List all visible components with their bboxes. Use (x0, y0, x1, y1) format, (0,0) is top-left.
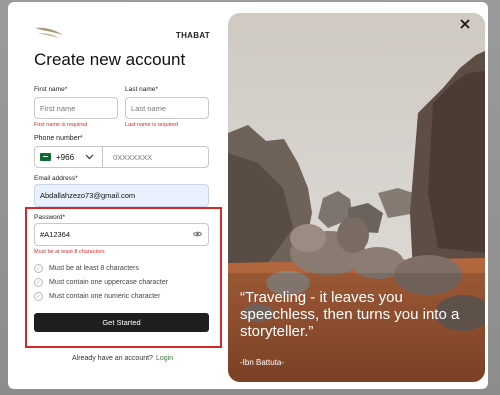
quote-text: “Traveling - it leaves you speechless, t… (240, 289, 460, 340)
password-rule: ✓ Must contain one uppercase character (34, 278, 168, 287)
password-error: Must be at least 8 characters (34, 249, 105, 255)
close-icon (460, 19, 470, 29)
login-link[interactable]: Login (156, 355, 173, 362)
hero-image: “Traveling - it leaves you speechless, t… (228, 13, 485, 382)
rule-text: Must be at least 8 characters (49, 265, 139, 272)
first-name-placeholder: First name (40, 103, 76, 113)
signin-text: Already have an account? (72, 355, 153, 362)
phone-number-input[interactable]: 0XXXXXXX (113, 147, 152, 167)
quote-author: -Ibn Battuta- (240, 358, 285, 367)
first-name-field[interactable]: First name (34, 97, 118, 119)
saudi-flag-icon (40, 153, 51, 161)
email-field[interactable]: Abdallahzezo73@gmail.com (34, 184, 209, 207)
password-rule: ✓ Must be at least 8 characters (34, 264, 139, 273)
email-value: Abdallahzezo73@gmail.com (40, 191, 136, 200)
signup-modal: THABAT Create new account First name* Fi… (8, 2, 488, 389)
email-label: Email address* (34, 175, 78, 182)
check-circle-icon: ✓ (34, 278, 43, 287)
first-name-error: First name is required (34, 122, 88, 128)
password-label: Password* (34, 214, 66, 221)
phone-placeholder: 0XXXXXXX (113, 152, 153, 162)
password-field[interactable]: #A12364 (34, 223, 209, 246)
chevron-down-icon (85, 154, 94, 160)
signin-prompt: Already have an account? Login (72, 355, 173, 362)
rule-text: Must contain one uppercase character (49, 279, 169, 286)
password-rule: ✓ Must contain one numeric character (34, 292, 160, 301)
first-name-label: First name* (34, 86, 68, 93)
eye-icon[interactable] (193, 231, 202, 237)
brand-logo (35, 27, 63, 38)
phone-field: +966 0XXXXXXX (34, 146, 209, 168)
country-code-value: +966 (56, 152, 75, 162)
rule-text: Must contain one numeric character (49, 293, 161, 300)
check-circle-icon: ✓ (34, 264, 43, 273)
check-circle-icon: ✓ (34, 292, 43, 301)
last-name-label: Last name* (125, 86, 158, 93)
phone-label: Phone number* (34, 135, 83, 142)
brand-name: THABAT (175, 31, 210, 40)
page-title: Create new account (34, 50, 186, 69)
last-name-error: Last name is required (125, 122, 178, 128)
last-name-placeholder: Last name (131, 103, 167, 113)
get-started-button[interactable]: Get Started (34, 313, 209, 332)
close-button[interactable] (459, 18, 471, 30)
country-code-select[interactable]: +966 (35, 147, 103, 167)
password-value: #A12364 (40, 230, 71, 239)
last-name-field[interactable]: Last name (125, 97, 209, 119)
